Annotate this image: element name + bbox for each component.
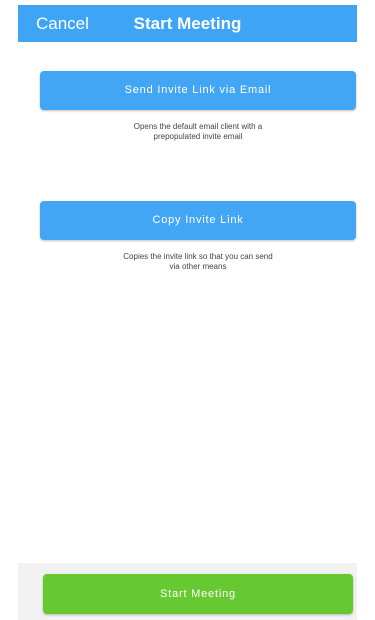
page-title: Start Meeting — [133, 14, 242, 33]
start-meeting-button[interactable]: Start Meeting — [43, 574, 353, 614]
hint-line: via other means — [169, 262, 227, 271]
send-invite-email-hint: Opens the default email client with a pr… — [40, 122, 356, 142]
navigation-bar: Cancel Start Meeting — [18, 5, 357, 42]
hint-line: Opens the default email client with a — [133, 122, 263, 131]
send-invite-email-button[interactable]: Send Invite Link via Email — [40, 71, 356, 110]
copy-invite-link-button[interactable]: Copy Invite Link — [40, 201, 356, 240]
hint-line: Copies the invite link so that you can s… — [123, 252, 273, 261]
copy-invite-link-hint: Copies the invite link so that you can s… — [40, 252, 356, 272]
hint-line: prepopulated invite email — [153, 132, 243, 141]
footer-bar: Start Meeting — [18, 563, 357, 620]
